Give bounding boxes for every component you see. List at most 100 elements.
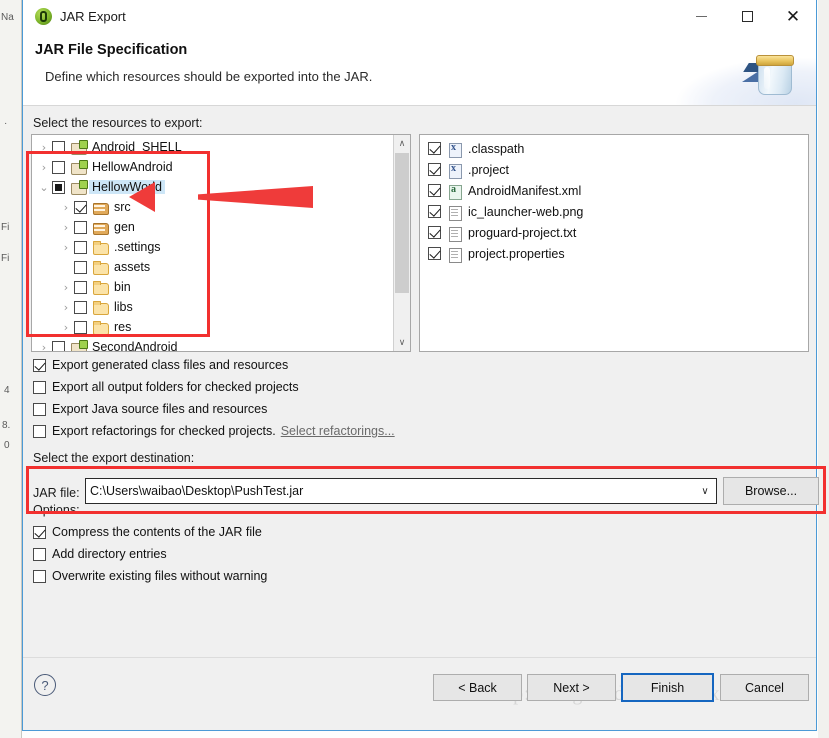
resource-files-pane[interactable]: .classpath .project AndroidManifest.xml ic_…	[419, 134, 809, 352]
background-fragment: ·	[4, 118, 8, 129]
close-button[interactable]: ✕	[770, 0, 816, 33]
export-option-label: Export Java source files and resources	[52, 402, 268, 416]
option-checkbox[interactable]	[33, 547, 46, 561]
scroll-down-icon[interactable]: ∨	[394, 334, 410, 351]
tree-checkbox[interactable]	[52, 340, 65, 351]
xml-file-icon	[446, 163, 463, 179]
file-row[interactable]: proguard-project.txt	[420, 222, 806, 243]
help-button[interactable]: ?	[34, 674, 56, 696]
tree-checkbox[interactable]	[74, 240, 87, 254]
export-option-checkbox[interactable]	[33, 358, 46, 372]
export-option-checkbox[interactable]	[33, 402, 46, 416]
jar-shine	[764, 67, 770, 89]
option-row[interactable]: Compress the contents of the JAR file	[33, 525, 262, 539]
chevron-right-icon[interactable]: ›	[58, 281, 74, 294]
cancel-button[interactable]: Cancel	[720, 674, 809, 701]
chevron-right-icon[interactable]: ›	[58, 241, 74, 254]
background-fragment: Fi	[1, 222, 10, 233]
export-option-row[interactable]: Export refactorings for checked projects…	[33, 424, 395, 438]
tree-row[interactable]: › .settings	[32, 237, 392, 257]
jar-file-input[interactable]: C:\Users\waibao\Desktop\PushTest.jar ∨	[85, 478, 717, 504]
option-checkbox[interactable]	[33, 569, 46, 583]
tree-checkbox[interactable]	[52, 140, 65, 154]
background-fragment: 4	[4, 385, 10, 396]
tree-row[interactable]: › res	[32, 317, 392, 337]
tree-checkbox[interactable]	[52, 160, 65, 174]
dialog-body: Select the resources to export: › Android…	[23, 106, 826, 730]
select-refactorings-link[interactable]: Select refactorings...	[281, 424, 395, 438]
jar-icon	[756, 51, 794, 95]
scroll-up-icon[interactable]: ∧	[394, 135, 410, 152]
file-row[interactable]: project.properties	[420, 243, 806, 264]
file-row[interactable]: .project	[420, 159, 806, 180]
dialog-header: JAR File Specification Define which reso…	[23, 33, 816, 106]
file-row-label: ic_launcher-web.png	[468, 204, 584, 219]
chevron-right-icon[interactable]: ›	[58, 221, 74, 234]
minimize-button[interactable]	[678, 0, 724, 33]
file-row[interactable]: ic_launcher-web.png	[420, 201, 806, 222]
background-fragment: Fi	[1, 253, 10, 264]
tree-row[interactable]: › libs	[32, 297, 392, 317]
file-row[interactable]: AndroidManifest.xml	[420, 180, 806, 201]
file-checkbox[interactable]	[428, 184, 441, 197]
file-checkbox[interactable]	[428, 205, 441, 218]
tree-checkbox[interactable]	[74, 260, 87, 274]
chevron-right-icon[interactable]: ›	[36, 141, 52, 154]
resource-tree-pane[interactable]: › Android_SHELL › HellowAndroid ⌄ HellowWorld…	[31, 134, 411, 352]
chevron-right-icon[interactable]: ›	[36, 161, 52, 174]
option-label: Compress the contents of the JAR file	[52, 525, 262, 539]
chevron-right-icon[interactable]: ›	[58, 321, 74, 334]
tree-row[interactable]: › gen	[32, 217, 392, 237]
project-icon	[70, 340, 88, 351]
tree-row[interactable]: › SecondAndroid	[32, 337, 392, 351]
generic-file-icon	[446, 205, 463, 221]
tree-checkbox[interactable]	[74, 220, 87, 234]
back-button[interactable]: < Back	[433, 674, 522, 701]
tree-checkbox[interactable]	[74, 320, 87, 334]
file-checkbox[interactable]	[428, 163, 441, 176]
generic-file-icon	[446, 226, 463, 242]
file-checkbox[interactable]	[428, 142, 441, 155]
export-option-row[interactable]: Export Java source files and resources	[33, 402, 267, 416]
minimize-icon	[695, 16, 707, 17]
file-checkbox[interactable]	[428, 247, 441, 260]
tree-checkbox[interactable]	[74, 280, 87, 294]
chevron-right-icon[interactable]: ›	[58, 201, 74, 214]
export-option-checkbox[interactable]	[33, 380, 46, 394]
export-option-label: Export refactorings for checked projects…	[52, 424, 276, 438]
browse-button[interactable]: Browse...	[723, 477, 819, 505]
option-row[interactable]: Overwrite existing files without warning	[33, 569, 267, 583]
resource-file-list[interactable]: .classpath .project AndroidManifest.xml ic_…	[420, 138, 806, 264]
file-row[interactable]: .classpath	[420, 138, 806, 159]
option-checkbox[interactable]	[33, 525, 46, 539]
dialog-title: JAR Export	[60, 9, 126, 24]
jar-file-value[interactable]: C:\Users\waibao\Desktop\PushTest.jar	[86, 484, 694, 498]
resources-label: Select the resources to export:	[33, 116, 203, 130]
tree-row[interactable]: › Android_SHELL	[32, 137, 392, 157]
tree-checkbox[interactable]	[74, 300, 87, 314]
maximize-button[interactable]	[724, 0, 770, 33]
chevron-right-icon[interactable]: ›	[58, 301, 74, 314]
export-option-checkbox[interactable]	[33, 424, 46, 438]
chevron-down-icon[interactable]: ∨	[694, 486, 716, 497]
option-row[interactable]: Add directory entries	[33, 547, 167, 561]
export-option-label: Export all output folders for checked pr…	[52, 380, 299, 394]
export-option-row[interactable]: Export all output folders for checked pr…	[33, 380, 299, 394]
next-button[interactable]: Next >	[527, 674, 616, 701]
scrollbar-thumb[interactable]	[395, 153, 409, 293]
finish-button[interactable]: Finish	[621, 673, 714, 702]
tree-scrollbar[interactable]: ∧ ∨	[393, 135, 410, 351]
tree-row[interactable]: › HellowAndroid	[32, 157, 392, 177]
tree-row[interactable]: assets	[32, 257, 392, 277]
tree-checkbox[interactable]	[74, 200, 87, 214]
background-ide-left-strip	[0, 0, 22, 738]
export-option-row[interactable]: Export generated class files and resourc…	[33, 358, 288, 372]
tree-checkbox[interactable]	[52, 180, 65, 194]
chevron-down-icon[interactable]: ⌄	[36, 181, 52, 194]
chevron-right-icon[interactable]: ›	[36, 341, 52, 352]
file-checkbox[interactable]	[428, 226, 441, 239]
option-label: Overwrite existing files without warning	[52, 569, 268, 583]
project-open-icon	[70, 180, 88, 195]
resource-tree[interactable]: › Android_SHELL › HellowAndroid ⌄ HellowWorld…	[32, 137, 392, 351]
tree-row[interactable]: › bin	[32, 277, 392, 297]
